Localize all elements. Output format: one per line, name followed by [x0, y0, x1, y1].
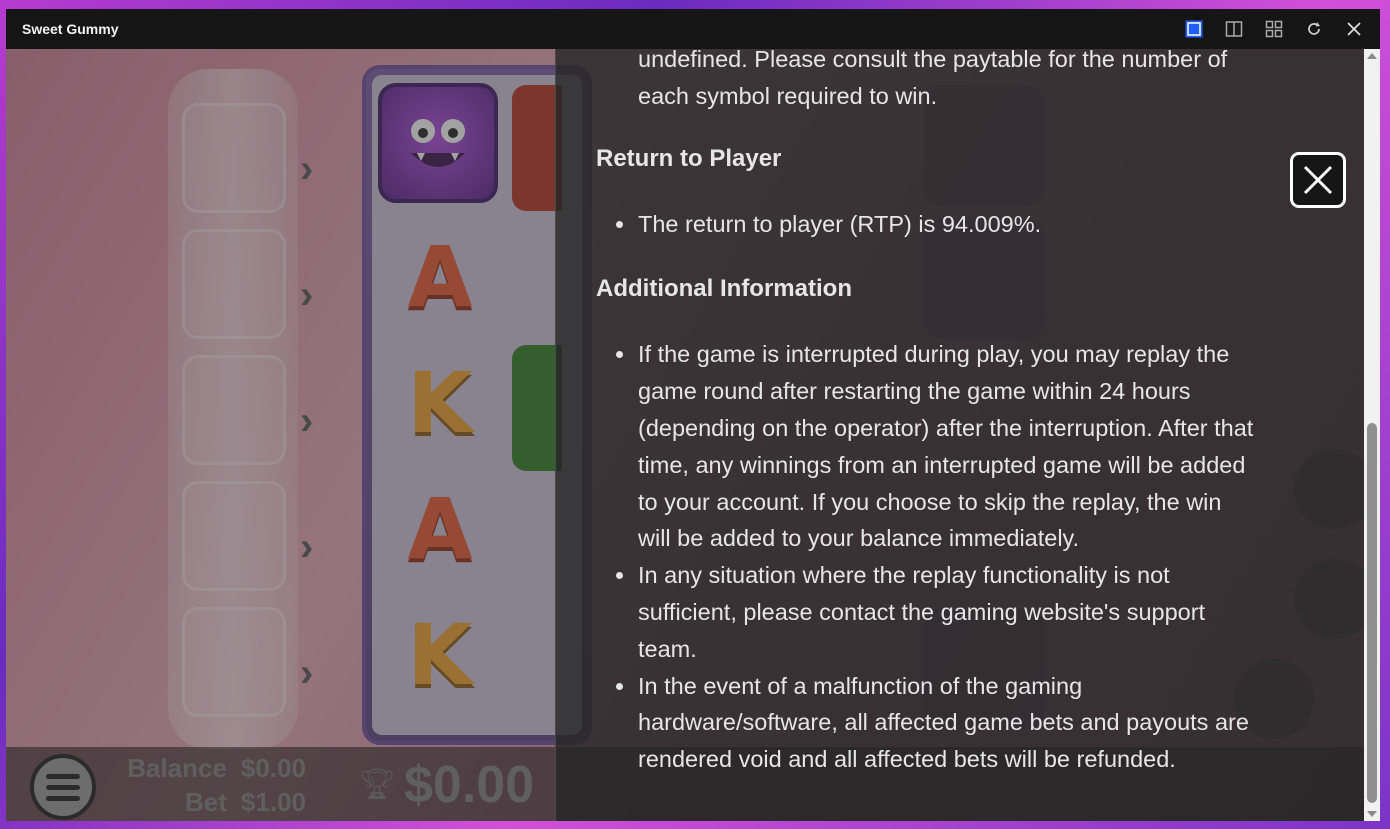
list-item: In any situation where the replay functi…	[616, 557, 1256, 667]
window-title: Sweet Gummy	[22, 21, 119, 37]
split-view-icon	[1225, 21, 1243, 37]
list-item: If the game is interrupted during play, …	[616, 336, 1256, 557]
balance-area: Balance $0.00 Bet $1.00	[127, 751, 306, 819]
balance-label: Balance	[127, 753, 227, 783]
close-info-button[interactable]	[1290, 152, 1346, 208]
game-menu-button[interactable]	[30, 754, 96, 820]
split-view-button[interactable]	[1218, 17, 1250, 41]
hamburger-icon	[46, 784, 80, 790]
close-window-button[interactable]	[1338, 17, 1370, 41]
refresh-button[interactable]	[1298, 17, 1330, 41]
win-value: $0.00	[404, 756, 535, 814]
info-content: undefined. Please consult the paytable f…	[596, 49, 1256, 778]
close-icon	[1303, 165, 1333, 195]
additional-list: If the game is interrupted during play, …	[596, 336, 1256, 778]
list-item: In the event of a malfunction of the gam…	[616, 668, 1256, 778]
scroll-thumb[interactable]	[1367, 423, 1377, 803]
close-icon	[1347, 22, 1361, 36]
trophy-icon: 🏆︎	[358, 768, 397, 801]
list-item: The return to player (RTP) is 94.009%.	[616, 206, 1256, 243]
scroll-up-icon[interactable]	[1367, 53, 1377, 59]
refresh-icon	[1308, 22, 1320, 35]
single-view-button[interactable]	[1178, 17, 1210, 41]
scroll-down-icon[interactable]	[1367, 811, 1377, 817]
single-view-icon	[1185, 20, 1203, 38]
rtp-list: The return to player (RTP) is 94.009%.	[596, 206, 1256, 243]
intro-text: undefined. Please consult the paytable f…	[638, 49, 1228, 109]
additional-heading: Additional Information	[596, 275, 852, 303]
window-controls	[1178, 17, 1370, 41]
game-area: › › › › › A K A K Balance $0.00 Bet $1.0…	[6, 49, 1380, 821]
grid-view-icon	[1265, 20, 1283, 38]
bet-label: Bet	[185, 787, 227, 817]
balance-value: $0.00	[240, 753, 306, 783]
titlebar: Sweet Gummy	[6, 9, 1380, 49]
rtp-heading: Return to Player	[596, 144, 782, 172]
game-info-panel[interactable]: undefined. Please consult the paytable f…	[555, 49, 1364, 821]
scrollbar[interactable]	[1364, 49, 1380, 821]
grid-view-button[interactable]	[1258, 17, 1290, 41]
bet-value: $1.00	[240, 787, 306, 817]
app-window: Sweet Gummy › › › › › A K A K Balance $0…	[6, 9, 1380, 821]
